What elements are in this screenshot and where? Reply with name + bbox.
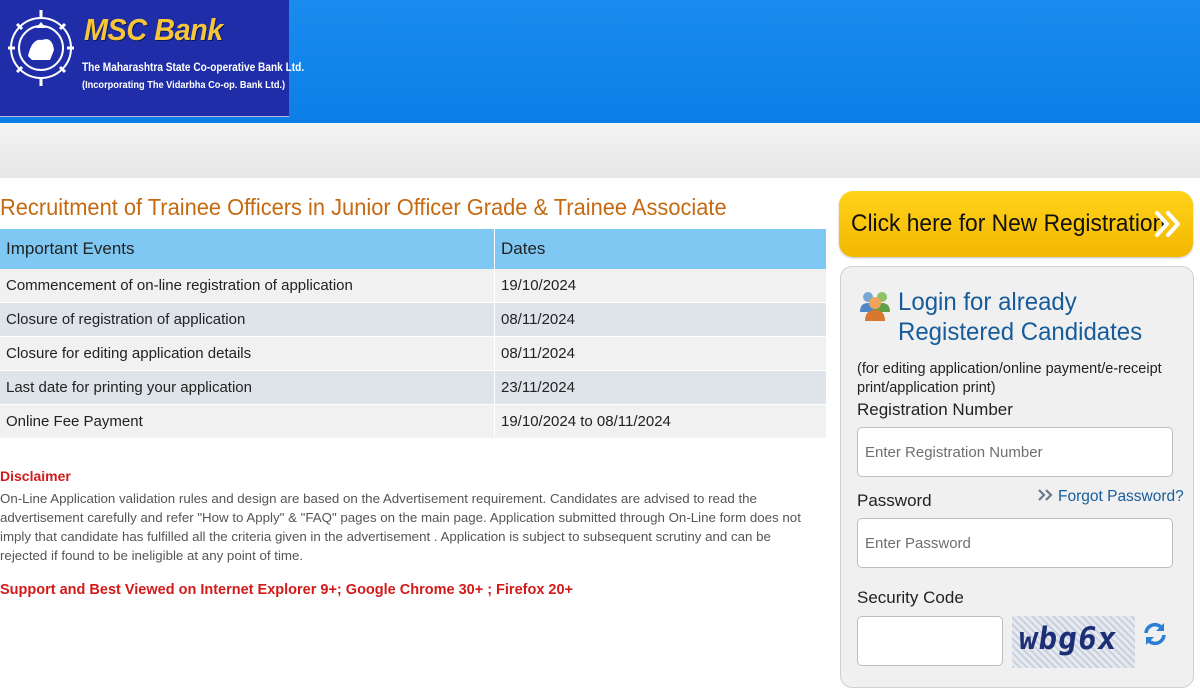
table-row: Online Fee Payment 19/10/2024 to 08/11/2… bbox=[0, 404, 827, 439]
table-row: Commencement of on-line registration of … bbox=[0, 269, 827, 303]
new-registration-button[interactable]: Click here for New Registration bbox=[839, 191, 1193, 257]
login-title-line2: Registered Candidates bbox=[898, 318, 1143, 346]
forgot-password-link[interactable]: Forgot Password? bbox=[1038, 488, 1184, 506]
security-code-label: Security Code bbox=[857, 588, 964, 607]
table-row: Last date for printing your application … bbox=[0, 370, 827, 405]
captcha-text: wbg6x bbox=[1016, 621, 1120, 657]
event-cell: Closure of registration of application bbox=[0, 302, 495, 337]
table-header-row: Important Events Dates bbox=[0, 229, 827, 269]
captcha-image: wbg6x bbox=[1012, 616, 1135, 668]
bank-subtitle: (Incorporating The Vidarbha Co-op. Bank … bbox=[82, 79, 286, 91]
nav-band bbox=[0, 123, 1200, 178]
date-cell: 19/10/2024 bbox=[494, 269, 827, 303]
double-chevron-right-icon bbox=[1155, 211, 1180, 237]
password-input[interactable] bbox=[857, 518, 1173, 568]
column-header-events: Important Events bbox=[0, 229, 495, 269]
disclaimer-heading: Disclaimer bbox=[0, 468, 71, 484]
security-code-input[interactable] bbox=[857, 616, 1003, 666]
disclaimer-text: On-Line Application validation rules and… bbox=[0, 491, 801, 563]
users-icon bbox=[860, 292, 890, 321]
registration-number-label: Registration Number bbox=[857, 400, 1013, 419]
date-cell: 08/11/2024 bbox=[494, 302, 827, 337]
login-title-line1: Login for already bbox=[898, 288, 1077, 316]
table-row: Closure for editing application details … bbox=[0, 336, 827, 371]
browser-support-note: Support and Best Viewed on Internet Expl… bbox=[0, 582, 574, 598]
top-header: MSC Bank The Maharashtra State Co-operat… bbox=[0, 0, 1200, 123]
event-cell: Commencement of on-line registration of … bbox=[0, 269, 495, 303]
forgot-password-label: Forgot Password? bbox=[1058, 488, 1184, 505]
bank-emblem-icon bbox=[8, 10, 74, 86]
event-cell: Online Fee Payment bbox=[0, 404, 495, 439]
login-note: (for editing application/online payment/… bbox=[857, 361, 1162, 396]
bank-full-name: The Maharashtra State Co-operative Bank … bbox=[82, 62, 305, 74]
login-title: Login for already Registered Candidates bbox=[898, 287, 1142, 347]
double-chevron-icon bbox=[1038, 489, 1053, 501]
date-cell: 08/11/2024 bbox=[494, 336, 827, 371]
new-registration-label: Click here for New Registration bbox=[851, 210, 1166, 237]
event-cell: Last date for printing your application bbox=[0, 370, 495, 405]
date-cell: 19/10/2024 to 08/11/2024 bbox=[494, 404, 827, 439]
page-title: Recruitment of Trainee Officers in Junio… bbox=[0, 194, 727, 220]
password-label: Password bbox=[857, 491, 932, 510]
refresh-icon[interactable] bbox=[1142, 621, 1168, 647]
login-panel: Login for already Registered Candidates … bbox=[840, 266, 1194, 688]
event-cell: Closure for editing application details bbox=[0, 336, 495, 371]
column-header-dates: Dates bbox=[494, 229, 827, 269]
brand-name: MSC Bank bbox=[84, 12, 223, 47]
registration-number-input[interactable] bbox=[857, 427, 1173, 477]
table-row: Closure of registration of application 0… bbox=[0, 302, 827, 337]
important-events-table: Important Events Dates Commencement of o… bbox=[0, 229, 827, 439]
bank-logo[interactable]: MSC Bank The Maharashtra State Co-operat… bbox=[0, 0, 304, 117]
date-cell: 23/11/2024 bbox=[494, 370, 827, 405]
